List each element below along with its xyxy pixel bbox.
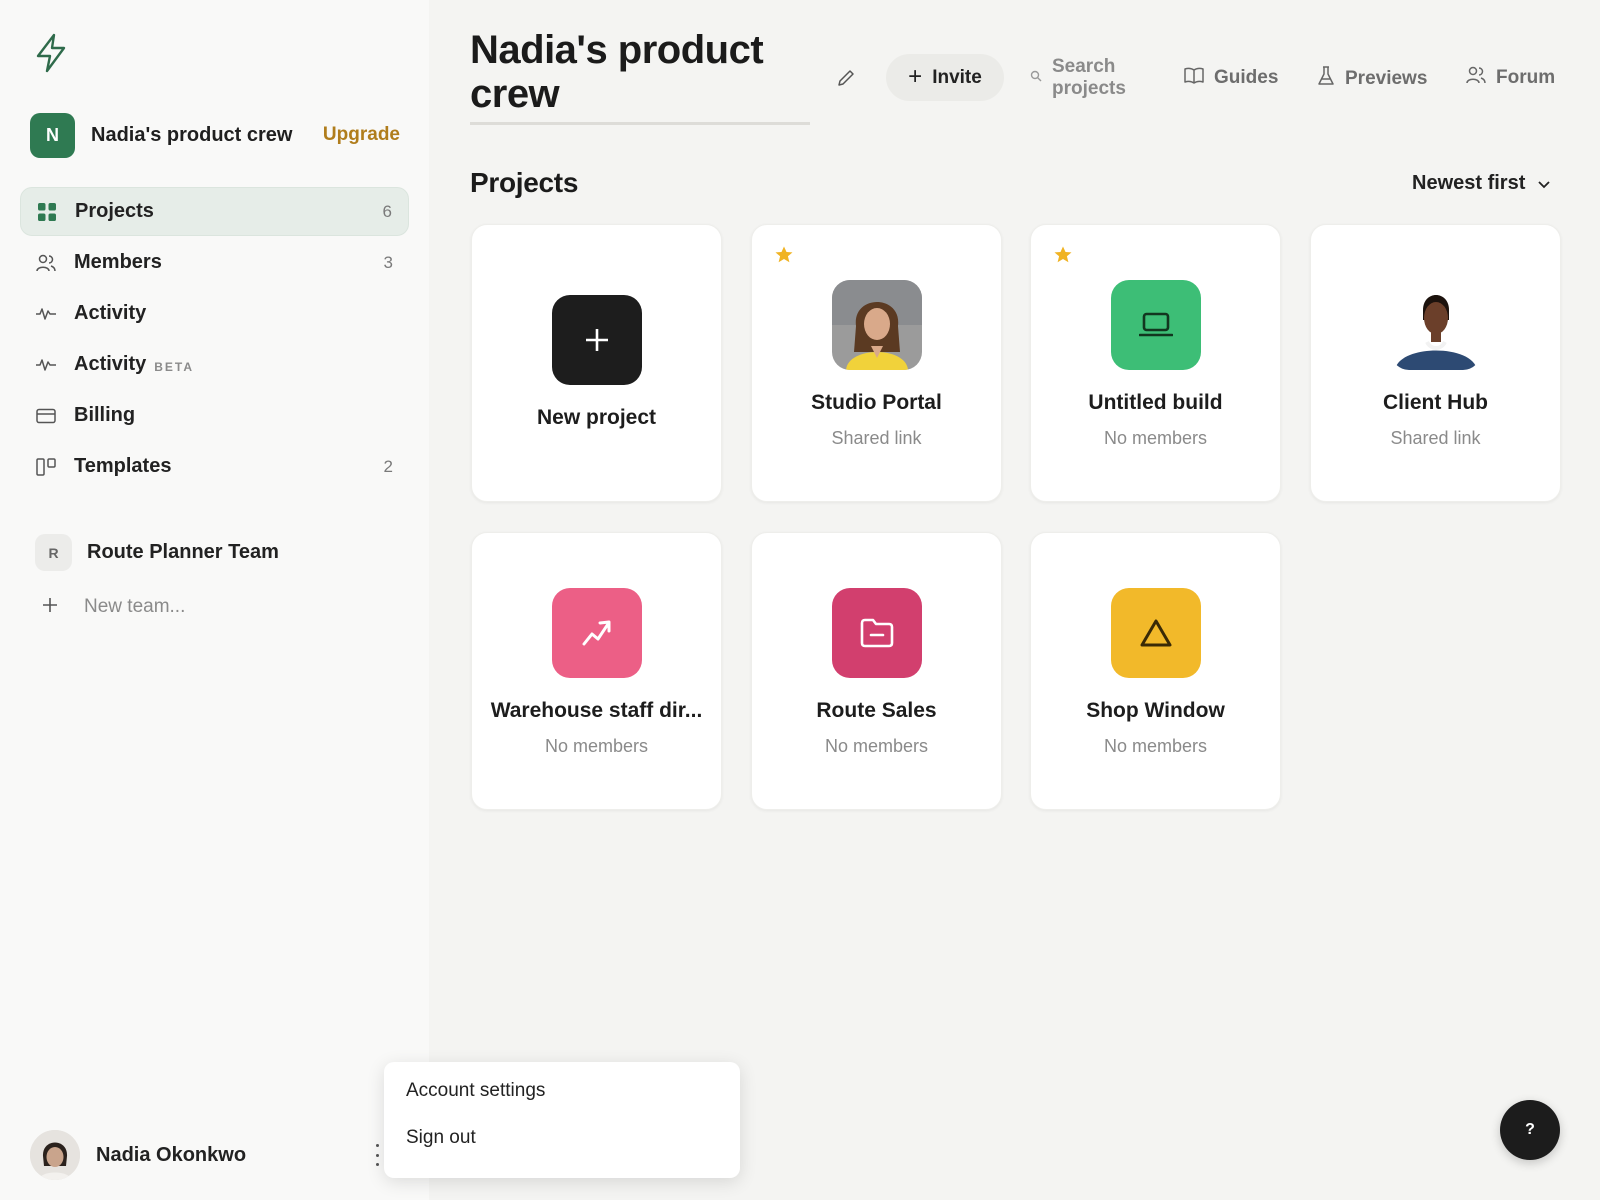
project-thumbnail (832, 280, 922, 370)
sidebar-item-billing[interactable]: Billing (20, 391, 409, 440)
project-subtitle: No members (1103, 736, 1208, 756)
plus-icon (552, 295, 642, 385)
sidebar-item-label: Activity (74, 302, 147, 324)
project-name: Shop Window (1086, 699, 1225, 722)
sidebar: N Nadia's product crew Upgrade Projects … (0, 0, 429, 1200)
sort-label: Newest first (1412, 172, 1526, 194)
sidebar-item-count: 3 (383, 252, 393, 272)
team-avatar: N (30, 112, 75, 158)
previews-label: Previews (1345, 68, 1428, 89)
chevron-down-icon (1537, 172, 1551, 195)
sidebar-item-projects[interactable]: Projects 6 (20, 187, 409, 236)
guides-label: Guides (1214, 67, 1279, 88)
forum-link[interactable]: Forum (1466, 66, 1555, 90)
flask-icon (1317, 66, 1335, 92)
sidebar-item-count: 6 (382, 201, 392, 221)
forum-label: Forum (1496, 67, 1556, 88)
project-card[interactable]: Shop Window No members (1030, 532, 1281, 810)
page-title[interactable]: Nadia's product crew (470, 28, 810, 116)
plus-icon: + (908, 62, 923, 90)
sidebar-item-label: Activity (74, 353, 147, 375)
pulse-icon (36, 355, 56, 375)
sidebar-nav: Projects 6 Members 3 Activity Activity B… (20, 187, 409, 493)
invite-button[interactable]: + Invite (886, 54, 1004, 101)
star-icon[interactable] (774, 245, 794, 265)
sign-out-menu-item[interactable]: Sign out (406, 1127, 718, 1174)
lightning-icon[interactable] (33, 33, 69, 73)
beta-badge: BETA (154, 359, 195, 374)
user-profile[interactable]: Nadia Okonkwo (30, 1130, 246, 1180)
new-team-label: New team... (84, 596, 186, 617)
previews-link[interactable]: Previews (1317, 66, 1427, 92)
invite-label: Invite (932, 66, 982, 88)
project-name: Client Hub (1383, 391, 1488, 414)
sidebar-item-label: Templates (74, 455, 172, 477)
help-button[interactable]: ? (1500, 1100, 1560, 1160)
triangle-icon (1111, 588, 1201, 678)
project-card[interactable]: Studio Portal Shared link (751, 224, 1002, 502)
sidebar-item-activity-beta[interactable]: Activity BETA (20, 340, 409, 389)
laptop-icon (1111, 280, 1201, 370)
guides-link[interactable]: Guides (1184, 66, 1278, 90)
new-team-button[interactable]: New team... (42, 596, 185, 618)
sidebar-item-templates[interactable]: Templates 2 (20, 442, 409, 491)
pencil-icon[interactable] (836, 68, 858, 90)
chart-arrow-icon (552, 588, 642, 678)
project-name: Route Sales (816, 699, 937, 722)
sidebar-item-label: Projects (75, 200, 154, 222)
account-settings-menu-item[interactable]: Account settings (406, 1080, 718, 1127)
project-subtitle: No members (824, 736, 929, 756)
project-subtitle: No members (1103, 428, 1208, 448)
project-subtitle: Shared link (1390, 428, 1481, 448)
user-menu: Account settings Sign out (384, 1062, 740, 1178)
search-placeholder: Search projects (1052, 56, 1126, 99)
project-name: Untitled build (1088, 391, 1223, 414)
upgrade-link[interactable]: Upgrade (323, 124, 400, 146)
sidebar-item-activity[interactable]: Activity (20, 289, 409, 338)
project-name: New project (536, 406, 657, 429)
pulse-icon (36, 304, 56, 324)
users-icon (1466, 66, 1486, 90)
project-thumbnail (1391, 280, 1481, 370)
sidebar-item-label: Members (74, 251, 162, 273)
search-input[interactable]: Search projects (1030, 56, 1162, 100)
grid-icon (37, 202, 57, 222)
project-name: Studio Portal (811, 391, 942, 414)
more-vertical-icon[interactable] (374, 1144, 380, 1166)
sidebar-item-members[interactable]: Members 3 (20, 238, 409, 287)
templates-icon (36, 457, 56, 477)
projects-heading: Projects (470, 167, 579, 198)
sidebar-item-label: Billing (74, 404, 136, 426)
search-icon (1030, 69, 1042, 87)
users-icon (36, 253, 56, 273)
avatar (30, 1130, 80, 1180)
team-name: Route Planner Team (87, 541, 279, 563)
project-card[interactable]: Untitled build No members (1030, 224, 1281, 502)
team-name: Nadia's product crew (91, 123, 293, 146)
star-icon[interactable] (1053, 245, 1073, 265)
user-name: Nadia Okonkwo (96, 1143, 247, 1166)
folder-icon (832, 588, 922, 678)
book-icon (1184, 66, 1204, 90)
team-route-planner[interactable]: R Route Planner Team (35, 534, 279, 571)
team-switcher[interactable]: N Nadia's product crew Upgrade (30, 112, 400, 158)
project-card[interactable]: Client Hub Shared link (1310, 224, 1561, 502)
plus-icon (42, 597, 58, 618)
project-card[interactable]: Warehouse staff dir... No members (471, 532, 722, 810)
title-underline (470, 122, 810, 125)
credit-card-icon (36, 406, 56, 426)
project-name: Warehouse staff dir... (490, 699, 703, 722)
sort-dropdown[interactable]: Newest first (1412, 172, 1551, 195)
new-project-card[interactable]: New project (471, 224, 722, 502)
project-card[interactable]: Route Sales No members (751, 532, 1002, 810)
sidebar-item-count: 2 (383, 456, 393, 476)
project-subtitle: No members (544, 736, 649, 756)
team-avatar: R (35, 534, 72, 571)
project-subtitle: Shared link (831, 428, 922, 448)
